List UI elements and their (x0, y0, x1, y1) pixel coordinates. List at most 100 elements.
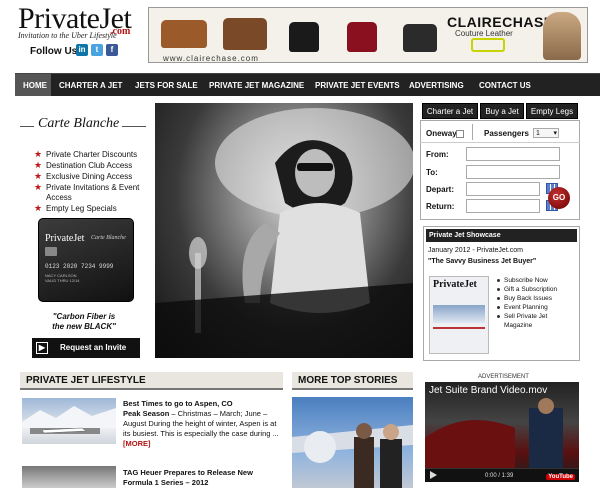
card-brand: PrivateJet (45, 233, 85, 244)
nav-contact-us[interactable]: CONTACT US (471, 74, 551, 96)
twitter-icon[interactable]: t (91, 44, 103, 56)
page: PrivateJet .com Invitation to the Uber L… (0, 0, 600, 488)
return-input[interactable] (466, 199, 540, 213)
star-icon: ★ (34, 171, 43, 181)
depart-label: Depart: (426, 185, 455, 194)
list-item: ★ Empty Leg Specials (34, 203, 117, 213)
booking-divider (472, 124, 473, 140)
magazine-divider (433, 327, 485, 329)
hero-image[interactable] (155, 103, 413, 358)
booking-separator (420, 142, 580, 143)
ad-banner[interactable]: www.clairechase.com CLAIRECHASE Couture … (148, 7, 588, 63)
arrow-right-icon: ▶ (36, 342, 48, 354)
gift-subscription-link[interactable]: Gift a Subscription (496, 285, 576, 294)
showcase-date: January 2012 - PrivateJet.com (428, 247, 523, 254)
carte-divider-left (20, 126, 34, 127)
list-item: ★ Private Charter Discounts (34, 149, 138, 159)
main-nav: HOME CHARTER A JET JETS FOR SALE PRIVATE… (15, 73, 600, 96)
advertisement-label: ADVERTISEMENT (478, 374, 529, 380)
video-player[interactable]: Jet Suite Brand Video.mov 0:00 / 1:39 Yo… (425, 382, 579, 482)
from-label: From: (426, 150, 449, 159)
aspen-story-image[interactable] (22, 398, 116, 444)
nav-jets-for-sale[interactable]: JETS FOR SALE (127, 74, 201, 96)
oneway-label: Oneway (426, 129, 457, 138)
card-script: Carte Blanche (91, 235, 126, 241)
list-item: ★ Exclusive Dining Access (34, 171, 133, 181)
go-button[interactable]: GO (548, 187, 570, 209)
magazine-brand: PrivateJet (433, 279, 477, 290)
nav-charter-a-jet[interactable]: CHARTER A JET (51, 74, 127, 96)
ad-brand: CLAIRECHASE (447, 14, 554, 30)
carbon-card-image: PrivateJet Carte Blanche 0123 2020 7234 … (38, 218, 134, 302)
aspen-more-link[interactable]: [MORE] (123, 439, 151, 448)
jet-icon (433, 305, 485, 323)
hero-illustration (155, 108, 413, 358)
aspen-illustration (22, 406, 116, 434)
facebook-icon[interactable]: f (106, 44, 118, 56)
star-icon: ★ (34, 182, 43, 192)
request-invite-button[interactable]: ▶ Request an Invite (32, 338, 140, 358)
showcase-title: Private Jet Showcase (426, 229, 577, 242)
tab-charter-a-jet[interactable]: Charter a Jet (422, 103, 478, 119)
showcase-links: Subscribe Now Gift a Subscription Buy Ba… (496, 276, 576, 330)
list-item: ★ Private Invitations & Event Access (34, 182, 140, 202)
star-icon: ★ (34, 149, 43, 159)
video-time: 0:00 / 1:39 (485, 473, 514, 479)
from-input[interactable] (466, 147, 560, 161)
buy-back-issues-link[interactable]: Buy Back Issues (496, 294, 576, 303)
handbag-black-image (289, 22, 319, 52)
tab-buy-a-jet[interactable]: Buy a Jet (480, 103, 524, 119)
aspen-story-text: Peak Season – Christmas – March; June – … (123, 409, 279, 448)
nav-private-jet-magazine[interactable]: PRIVATE JET MAGAZINE (201, 74, 307, 96)
passengers-label: Passengers (484, 129, 529, 138)
nav-advertising[interactable]: ADVERTISING (401, 74, 471, 96)
tab-empty-legs[interactable]: Empty Legs (526, 103, 578, 119)
top-story-illustration (292, 423, 413, 488)
nav-private-jet-events[interactable]: PRIVATE JET EVENTS (307, 74, 401, 96)
follow-us-label: Follow Us (30, 46, 78, 57)
tag-heuer-story-image[interactable] (22, 466, 116, 488)
card-chip-icon (45, 247, 57, 256)
ad-url: www.clairechase.com (163, 54, 259, 63)
handbag-tan-image (223, 18, 267, 50)
video-title[interactable]: Jet Suite Brand Video.mov (429, 385, 547, 396)
linkedin-icon[interactable]: in (76, 44, 88, 56)
to-label: To: (426, 168, 438, 177)
card-number: 0123 2020 7234 9999 (45, 263, 114, 270)
return-label: Return: (426, 202, 455, 211)
play-icon[interactable] (430, 471, 437, 479)
site-tagline: Invitation to the Uber Lifestyle (18, 31, 117, 40)
event-planning-link[interactable]: Event Planning (496, 303, 576, 312)
depart-input[interactable] (466, 182, 540, 196)
chevron-down-icon: ▾ (553, 130, 557, 137)
subscribe-link[interactable]: Subscribe Now (496, 276, 576, 285)
ad-subtitle: Couture Leather (455, 29, 513, 38)
oneway-checkbox[interactable] (456, 130, 464, 138)
ad-logo-icon (471, 38, 505, 52)
sell-magazine-link[interactable]: Sell Private Jet Magazine (496, 312, 576, 330)
perks-list: ★ Private Charter Discounts ★ Destination … (34, 149, 144, 215)
ad-model-image (543, 12, 581, 60)
magazine-cover-image[interactable]: PrivateJet (429, 276, 489, 354)
top-story-image[interactable] (292, 397, 413, 488)
showcase-headline[interactable]: "The Savvy Business Jet Buyer" (428, 258, 536, 265)
video-controls: 0:00 / 1:39 YouTube (425, 468, 579, 482)
tag-heuer-story-title[interactable]: TAG Heuer Prepares to Release New Formul… (123, 468, 288, 488)
carbon-slogan: "Carbon Fiber is the new BLACK" (52, 312, 116, 331)
handbag-brown-image (161, 20, 207, 48)
carte-divider-right (122, 126, 146, 127)
card-holder: NACY CARLSON VALID THRU 12/14 (45, 273, 80, 283)
star-icon: ★ (34, 203, 43, 213)
list-item: ★ Destination Club Access (34, 160, 133, 170)
handbag-dark-image (403, 24, 437, 52)
video-frame (425, 398, 563, 468)
youtube-logo-icon[interactable]: YouTube (546, 474, 575, 480)
aspen-story-title[interactable]: Best Times to go to Aspen, CO (123, 399, 233, 409)
passengers-select[interactable]: 1 ▾ (533, 128, 559, 138)
lifestyle-heading: PRIVATE JET LIFESTYLE (20, 372, 283, 390)
to-input[interactable] (466, 165, 560, 179)
star-icon: ★ (34, 160, 43, 170)
top-stories-heading: MORE TOP STORIES (292, 372, 413, 390)
handbag-red-image (347, 22, 377, 52)
nav-home[interactable]: HOME (15, 74, 51, 96)
